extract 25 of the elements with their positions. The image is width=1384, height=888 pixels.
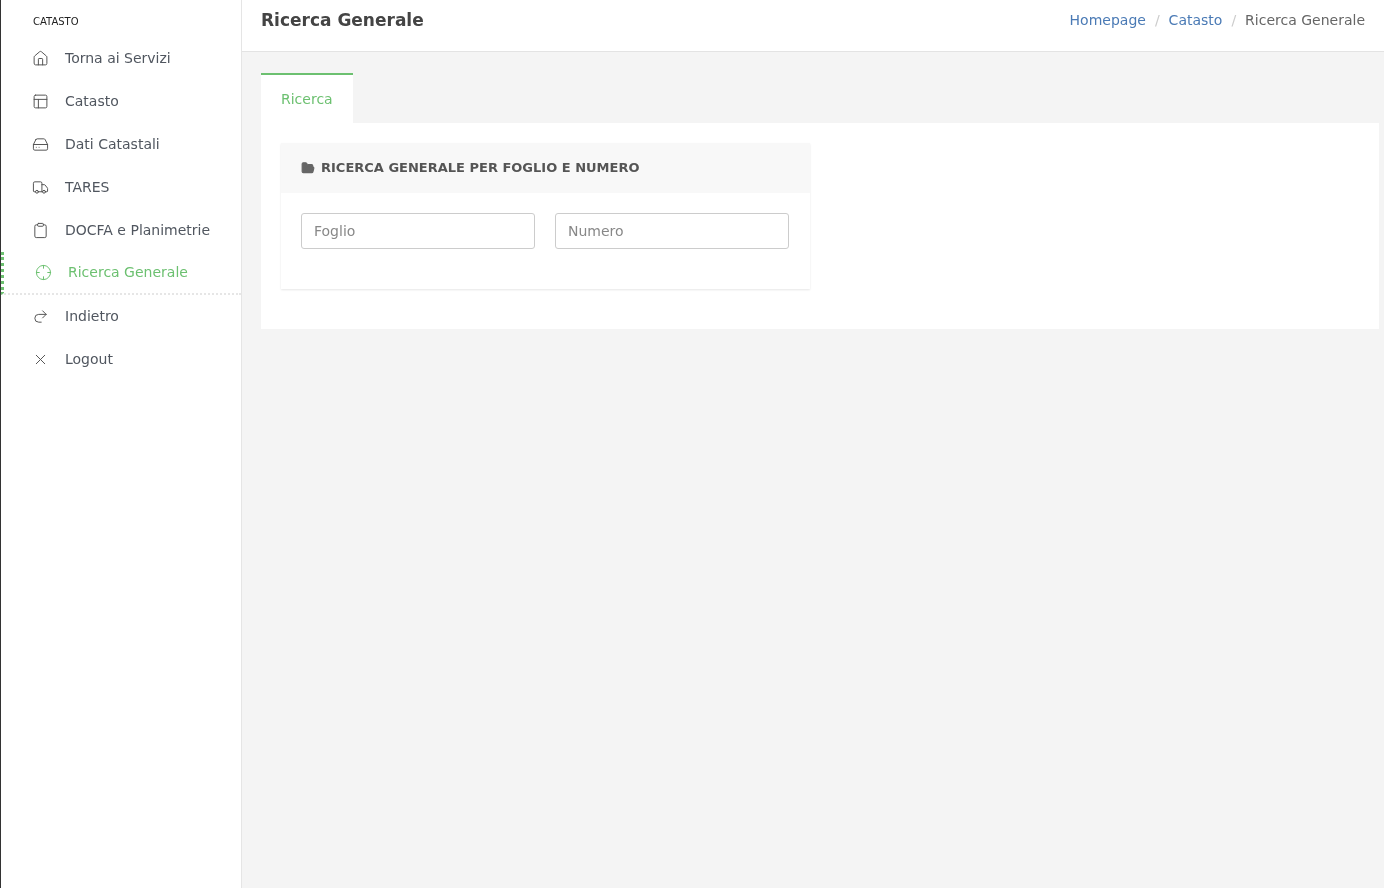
- breadcrumb-link[interactable]: Catasto: [1168, 10, 1223, 31]
- sidebar-item[interactable]: Logout: [1, 338, 241, 381]
- sidebar-item[interactable]: TARES: [1, 166, 241, 209]
- house-icon: [32, 50, 49, 67]
- crosshair-icon: [35, 264, 52, 281]
- input-field[interactable]: Numero: [555, 213, 789, 249]
- sidebar-item[interactable]: Catasto: [1, 80, 241, 123]
- breadcrumb-separator: /: [1231, 11, 1237, 30]
- input-field[interactable]: Foglio: [301, 213, 535, 249]
- truck-icon: [32, 179, 49, 196]
- breadcrumb-current: Ricerca Generale: [1245, 11, 1365, 30]
- drive-icon: [32, 136, 49, 153]
- page-title: Ricerca Generale: [261, 8, 424, 32]
- sidebar-heading: CATASTO: [32, 15, 80, 29]
- sidebar-item[interactable]: Torna ai Servizi: [1, 37, 241, 80]
- sidebar-item[interactable]: DOCFA e Planimetrie: [1, 209, 241, 252]
- clipboard-icon: [32, 222, 49, 239]
- layout-icon: [32, 93, 49, 110]
- return-arrow-icon: [32, 308, 49, 325]
- breadcrumb-separator: /: [1154, 11, 1160, 30]
- breadcrumb-link[interactable]: Homepage: [1069, 10, 1146, 31]
- sidebar-item[interactable]: Indietro: [1, 295, 241, 338]
- sidebar-item[interactable]: Dati Catastali: [1, 123, 241, 166]
- folder-icon: [301, 161, 315, 175]
- panel-title: RICERCA GENERALE PER FOGLIO E NUMERO: [321, 159, 640, 178]
